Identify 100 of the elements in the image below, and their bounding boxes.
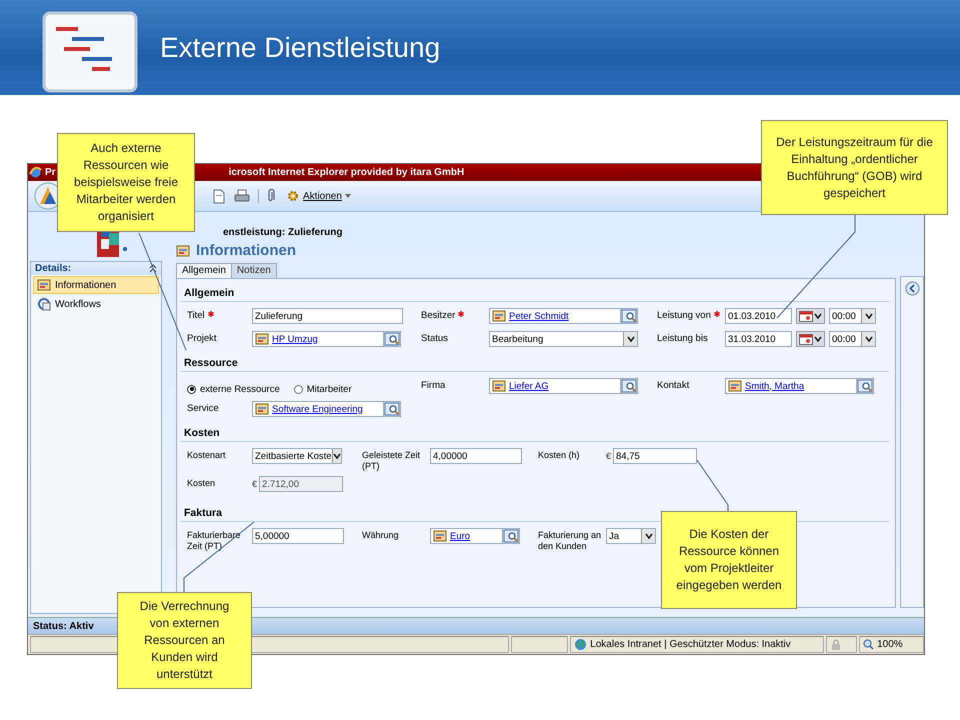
browser-icon <box>29 166 42 179</box>
field-label: Firma <box>421 380 446 391</box>
caret-icon <box>814 336 822 342</box>
lookup-field[interactable]: Liefer AG <box>489 378 638 394</box>
caret-icon <box>644 533 652 539</box>
gear-icon <box>286 189 300 203</box>
caret-icon <box>864 313 872 319</box>
dropdown[interactable]: Ja <box>606 528 656 544</box>
section-title: Ressource <box>184 357 238 369</box>
callout-note: Auch externe Ressourcen wie beispielsweise freie Mitarbeiter werden organisiert <box>57 133 195 232</box>
currency-symbol: € <box>252 479 258 489</box>
lookup-icon <box>621 309 637 323</box>
slide-title: Externe Dienstleistung <box>160 32 440 64</box>
record-link[interactable]: Liefer AG <box>509 380 617 392</box>
callout-note: Der Leistungszeitraum für die Einhaltung „ordentlicher Buchführung“ (GOB) wird gespeichert <box>761 120 948 215</box>
record-icon <box>255 332 269 346</box>
collapse-button[interactable] <box>904 281 920 296</box>
time-dropdown[interactable]: 00:00 <box>829 331 876 347</box>
radio-button[interactable]: externe Ressource <box>187 384 280 394</box>
actions-menu-button[interactable]: Aktionen <box>283 187 354 205</box>
window-title: Pr <box>45 167 56 178</box>
input-field[interactable]: Zulieferung <box>252 308 403 324</box>
sidebar-item[interactable]: Informationen <box>33 276 159 294</box>
caret-icon <box>626 336 634 342</box>
field-label: Status <box>421 333 448 344</box>
record-icon <box>176 244 190 258</box>
field-label: Kostenart <box>187 450 226 461</box>
field-label: Geleistete Zeit (PT) <box>362 450 422 472</box>
tab[interactable]: Notizen <box>230 263 277 278</box>
document-icon[interactable] <box>212 188 226 204</box>
record-link[interactable]: HP Umzug <box>272 334 380 344</box>
calendar-button[interactable] <box>796 308 825 324</box>
field-label: Leistung von <box>657 310 711 321</box>
record-icon <box>255 402 269 416</box>
section-title: Allgemein <box>184 287 234 299</box>
tab[interactable]: Allgemein <box>176 263 232 278</box>
date-field[interactable]: 31.03.2010 <box>725 331 792 347</box>
page-heading: Informationen <box>196 242 296 259</box>
globe-icon <box>574 638 588 651</box>
lookup-field[interactable]: HP Umzug <box>252 331 401 347</box>
collapse-icon[interactable] <box>149 264 157 273</box>
lookup-field[interactable]: Software Engineering <box>252 401 401 417</box>
section-title: Faktura <box>184 507 222 519</box>
time-dropdown[interactable]: 00:00 <box>829 308 876 324</box>
zoom-icon <box>863 639 874 650</box>
currency-symbol: € <box>606 451 612 461</box>
record-link[interactable]: Euro <box>450 530 499 542</box>
sidebar-item[interactable]: Workflows <box>33 295 159 313</box>
record-link[interactable]: Software Engineering <box>272 404 380 414</box>
lookup-field[interactable]: Smith, Martha <box>725 378 874 394</box>
caret-icon <box>864 336 872 342</box>
field-label: Projekt <box>187 333 217 344</box>
printer-icon[interactable] <box>234 189 250 203</box>
section-title: Kosten <box>184 427 220 439</box>
input-field[interactable]: 4,00000 <box>430 448 522 464</box>
panel-title: Details: <box>35 263 72 274</box>
paperclip-icon[interactable] <box>267 189 275 203</box>
zoom-control[interactable]: 100% <box>859 636 924 653</box>
dropdown[interactable]: Zeitbasierte Koste <box>252 448 342 464</box>
date-field[interactable]: 01.03.2010 <box>725 308 792 324</box>
record-icon <box>492 309 506 323</box>
caret-icon <box>332 453 341 459</box>
field-label: Fakturierung an den Kunden <box>538 530 602 552</box>
gantt-chart-icon <box>42 10 138 92</box>
lookup-icon <box>384 332 400 346</box>
lookup-field[interactable]: Euro <box>430 528 520 544</box>
lookup-icon <box>503 529 519 543</box>
lookup-icon <box>857 379 873 393</box>
window-title: icrosoft Internet Explorer provided by itara GmbH <box>228 167 464 178</box>
record-icon <box>37 278 51 292</box>
field-label: Leistung bis <box>657 333 708 344</box>
field-label: Kosten <box>187 478 216 489</box>
record-icon <box>492 379 506 393</box>
dropdown[interactable]: Bearbeitung <box>489 331 638 347</box>
caret-icon <box>814 313 822 319</box>
currency-field[interactable]: 84,75 <box>613 448 698 464</box>
field-label: Kontakt <box>657 380 690 391</box>
callout-note: Die Kosten der Ressource können vom Projektleiter eingegeben werden <box>661 511 797 609</box>
field-label: Service <box>187 403 219 414</box>
record-link[interactable]: Peter Schmidt <box>509 310 617 322</box>
security-zone-text: Lokales Intranet | Geschützter Modus: Inaktiv <box>590 639 791 650</box>
calendar-icon <box>799 334 813 344</box>
record-icon <box>433 529 447 543</box>
workflow-icon <box>37 297 51 311</box>
lookup-field[interactable]: Peter Schmidt <box>489 308 638 324</box>
leader-line <box>184 522 254 592</box>
record-icon <box>728 379 742 393</box>
record-link[interactable]: Smith, Martha <box>745 380 853 392</box>
field-label: Kosten (h) <box>538 450 580 461</box>
status-pane <box>511 636 568 653</box>
field-label: Titel <box>187 310 205 321</box>
record-subtitle: enstleistung: Zulieferung <box>223 227 344 238</box>
radio-button[interactable]: Mitarbeiter <box>294 384 352 394</box>
callout-note: Die Verrechnung von externen Ressourcen an Kunden wird unterstützt <box>117 592 252 689</box>
field-label: Besitzer <box>421 310 456 321</box>
field-label: Währung <box>362 530 399 541</box>
status-text: Status: Aktiv <box>33 620 94 632</box>
input-field[interactable]: 5,00000 <box>252 528 344 544</box>
calendar-button[interactable] <box>796 331 825 347</box>
lookup-icon <box>384 402 400 416</box>
